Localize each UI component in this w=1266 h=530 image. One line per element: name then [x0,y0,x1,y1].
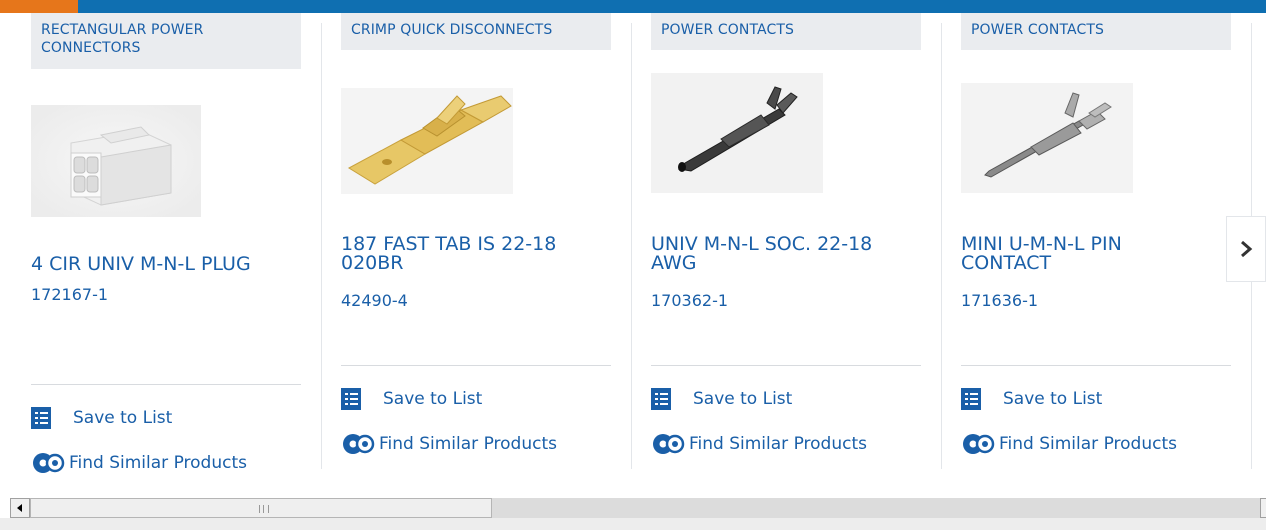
find-similar-products-button[interactable]: Find Similar Products [341,431,557,457]
card-separator [941,23,942,469]
product-category: POWER CONTACTS [961,13,1231,50]
product-image[interactable] [961,83,1133,193]
save-to-list-label: Save to List [73,408,173,428]
quick-disconnect-image [341,88,513,194]
product-card: POWER CONTACTS MINI U-M-N-L PIN CONTACT … [961,13,1252,469]
card-separator [631,23,632,469]
checklist-icon [961,388,981,410]
gears-icon [343,434,375,454]
product-image[interactable] [341,88,513,194]
product-category: RECTANGULAR POWER CONNECTORS [31,13,301,69]
top-accent-bar [0,0,1266,13]
save-to-list-button[interactable]: Save to List [31,407,172,429]
checklist-icon [651,388,671,410]
product-title-link[interactable]: UNIV M-N-L SOC. 22-18 AWG [651,235,901,273]
socket-contact-image [651,73,823,193]
card-divider [31,384,301,385]
find-similar-label: Find Similar Products [689,434,867,454]
scroll-right-arrow[interactable] [1260,498,1266,518]
scroll-thumb[interactable] [30,498,492,518]
product-card: CRIMP QUICK DISCONNECTS 187 FAST TAB IS … [341,13,632,469]
product-category: POWER CONTACTS [651,13,921,50]
find-similar-products-button[interactable]: Find Similar Products [651,431,867,457]
chevron-right-icon [1241,240,1253,258]
find-similar-products-button[interactable]: Find Similar Products [961,431,1177,457]
checklist-icon [31,407,51,429]
find-similar-products-button[interactable]: Find Similar Products [31,450,247,476]
scroll-left-arrow[interactable] [10,498,30,518]
product-image[interactable] [31,105,201,217]
product-card: RECTANGULAR POWER CONNECTORS 4 CIR UNIV … [31,13,322,473]
find-similar-label: Find Similar Products [999,434,1177,454]
bottom-strip [0,518,1266,530]
save-to-list-label: Save to List [383,389,483,409]
part-number-link[interactable]: 170362-1 [651,291,728,310]
product-title-link[interactable]: 187 FAST TAB IS 22-18 020BR [341,235,591,273]
save-to-list-button[interactable]: Save to List [651,388,792,410]
pin-contact-image [961,83,1133,193]
find-similar-label: Find Similar Products [379,434,557,454]
connector-housing-image [31,105,201,217]
gears-icon [653,434,685,454]
save-to-list-label: Save to List [693,389,793,409]
product-title-link[interactable]: 4 CIR UNIV M-N-L PLUG [31,255,281,274]
part-number-link[interactable]: 172167-1 [31,285,108,304]
gears-icon [963,434,995,454]
part-number-link[interactable]: 42490-4 [341,291,408,310]
product-image[interactable] [651,73,823,193]
product-card: POWER CONTACTS UNIV M-N-L SOC. 22-18 AWG… [651,13,942,469]
carousel-next-button[interactable] [1226,216,1266,282]
save-to-list-button[interactable]: Save to List [341,388,482,410]
card-divider [341,365,611,366]
card-divider [651,365,921,366]
save-to-list-label: Save to List [1003,389,1103,409]
find-similar-label: Find Similar Products [69,453,247,473]
gears-icon [33,453,65,473]
card-divider [961,365,1231,366]
horizontal-scrollbar[interactable] [10,498,1266,518]
save-to-list-button[interactable]: Save to List [961,388,1102,410]
product-carousel: RECTANGULAR POWER CONNECTORS 4 CIR UNIV … [0,13,1266,473]
product-category: CRIMP QUICK DISCONNECTS [341,13,611,50]
product-title-link[interactable]: MINI U-M-N-L PIN CONTACT [961,235,1211,273]
checklist-icon [341,388,361,410]
scroll-grip-icon [259,505,269,513]
card-separator [321,23,322,469]
part-number-link[interactable]: 171636-1 [961,291,1038,310]
orange-accent [0,0,78,13]
